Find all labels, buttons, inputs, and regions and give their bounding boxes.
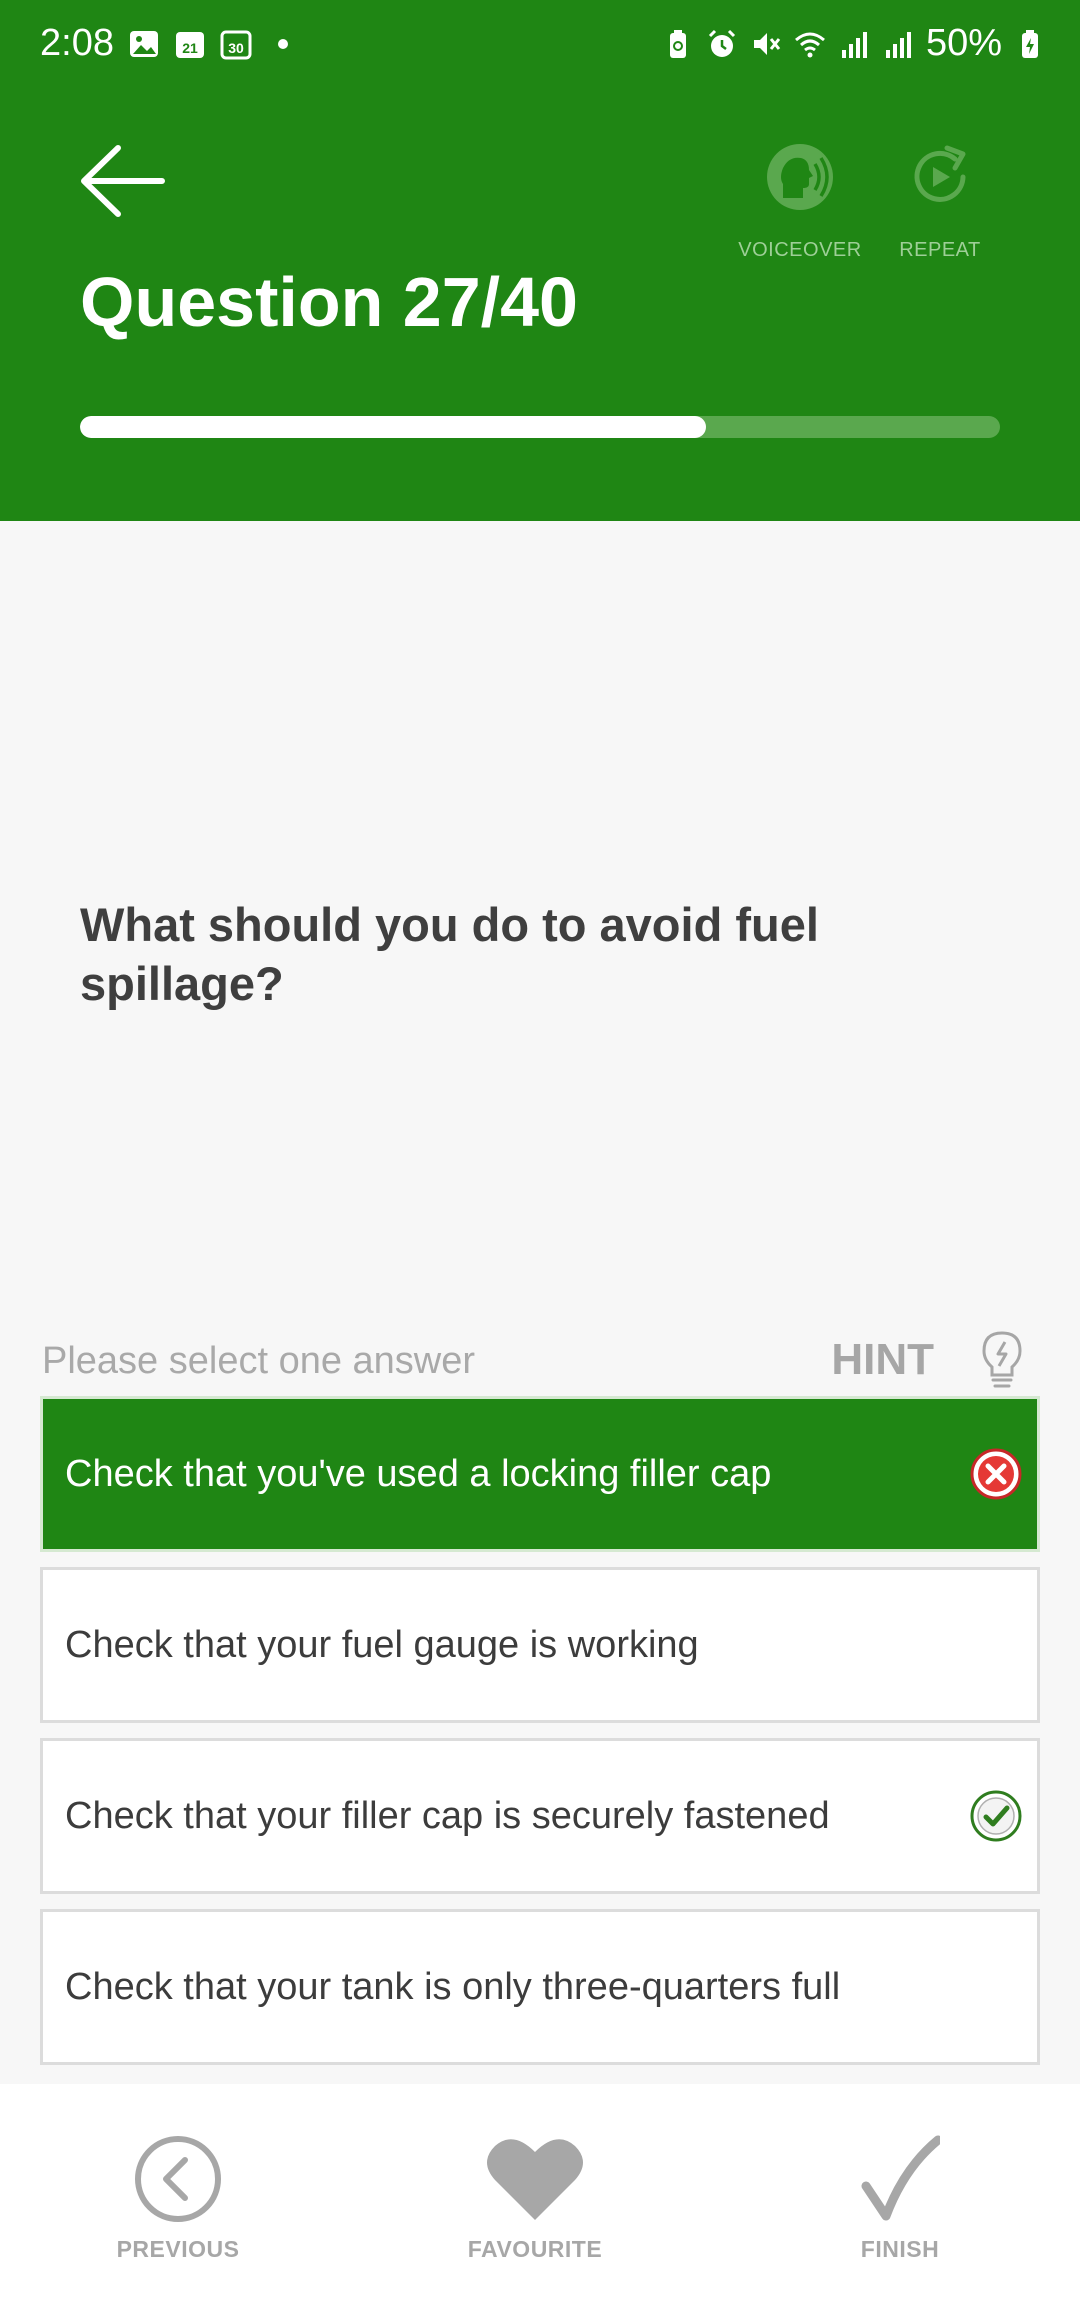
answer-text: Check that you've used a locking filler … (65, 1452, 772, 1495)
lightbulb-icon (982, 1331, 1022, 1388)
battery-saver-icon (669, 29, 686, 58)
status-time: 2:08 (40, 22, 114, 64)
heart-icon (487, 2139, 583, 2220)
battery-icon (1022, 29, 1038, 58)
checkmark-icon (861, 2135, 940, 2221)
finish-button[interactable]: FINISH (830, 2134, 970, 2263)
progress-bar (80, 416, 1000, 438)
answer-option[interactable]: Check that your tank is only three-quart… (40, 1909, 1040, 2065)
answer-option[interactable]: Check that your filler cap is securely f… (40, 1738, 1040, 1894)
wrong-icon (970, 1448, 1022, 1500)
correct-icon (970, 1790, 1022, 1842)
favourite-button[interactable]: FAVOURITE (445, 2134, 625, 2263)
wifi-icon (794, 32, 825, 57)
progress-fill (80, 416, 706, 438)
mute-icon (753, 32, 781, 55)
voiceover-button[interactable]: VOICEOVER (735, 142, 865, 262)
repeat-label: REPEAT (899, 239, 981, 261)
repeat-icon (914, 145, 966, 202)
finish-label: FINISH (860, 2236, 940, 2262)
answer-text: Check that your fuel gauge is working (65, 1623, 699, 1666)
signal-icon (885, 31, 911, 58)
svg-text:30: 30 (228, 40, 244, 56)
answer-list: Check that you've used a locking filler … (40, 1396, 1040, 2080)
question-text: What should you do to avoid fuel spillag… (80, 898, 819, 1010)
calendar-30-icon: 30 (220, 30, 252, 60)
voiceover-label: VOICEOVER (738, 239, 862, 261)
calendar-21-icon: 21 (176, 32, 204, 58)
previous-label: PREVIOUS (116, 2236, 240, 2262)
gallery-icon (130, 31, 158, 57)
voiceover-icon (767, 144, 833, 210)
previous-button[interactable]: PREVIOUS (98, 2134, 258, 2263)
signal-icon (841, 31, 867, 58)
battery-percent: 50% (925, 22, 1002, 64)
answer-option[interactable]: Check that your fuel gauge is working (40, 1567, 1040, 1723)
question-header: 2:08 21 30 50% VOICEOVER REPEAT Question… (0, 0, 1080, 521)
svg-text:21: 21 (182, 40, 198, 56)
bottom-nav: PREVIOUS FAVOURITE FINISH (0, 2084, 1080, 2316)
hint-label: HINT (831, 1335, 934, 1384)
notification-dot-icon (278, 39, 288, 49)
select-instruction: Please select one answer (42, 1340, 476, 1382)
question-counter: Question 27/40 (80, 263, 578, 341)
hint-button[interactable]: HINT (831, 1330, 1026, 1390)
answer-option[interactable]: Check that you've used a locking filler … (40, 1396, 1040, 1552)
answer-text: Check that your filler cap is securely f… (65, 1794, 830, 1837)
back-arrow-icon[interactable] (78, 140, 166, 222)
repeat-button[interactable]: REPEAT (890, 142, 990, 262)
chevron-left-icon (135, 2136, 221, 2222)
favourite-label: FAVOURITE (467, 2236, 603, 2262)
alarm-icon (708, 29, 735, 57)
status-bar: 2:08 21 30 50% (0, 0, 1080, 96)
answer-text: Check that your tank is only three-quart… (65, 1965, 841, 2008)
